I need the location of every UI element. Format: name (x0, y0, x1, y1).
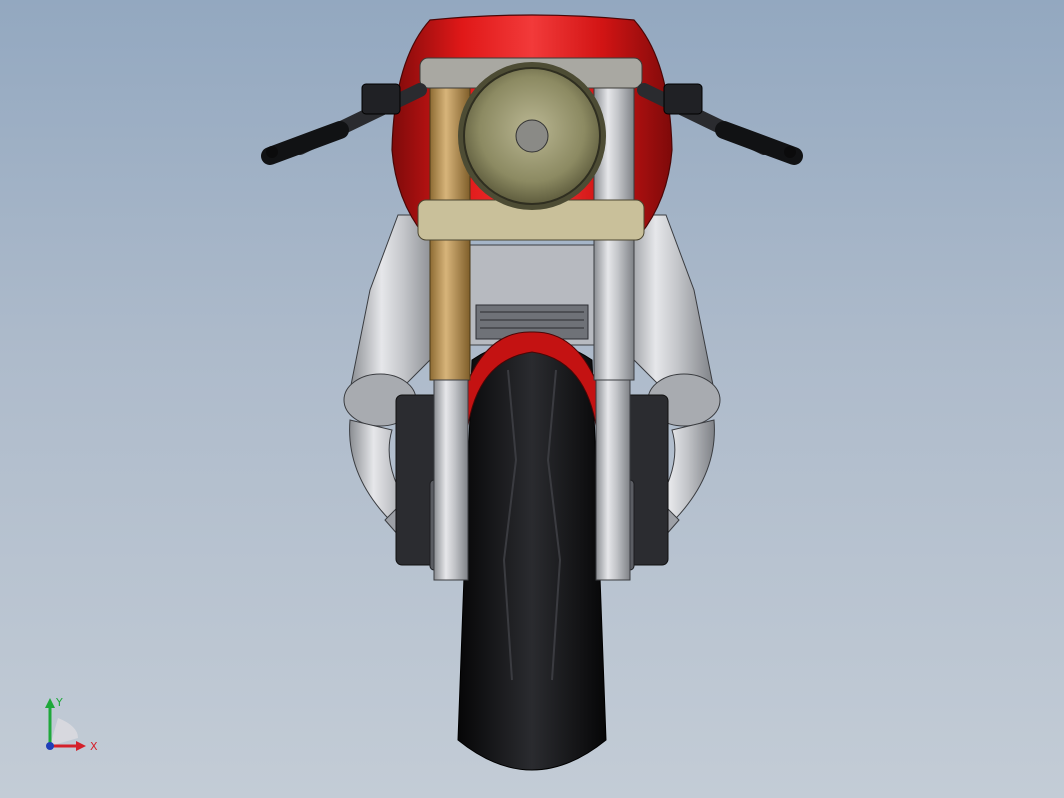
front-tire (457, 339, 607, 771)
view-triad[interactable]: X Y (38, 696, 108, 756)
motorcycle-model[interactable] (0, 0, 1064, 798)
z-axis (46, 742, 54, 750)
3d-viewport[interactable]: X Y (0, 0, 1064, 798)
y-axis-label: Y (55, 696, 63, 709)
x-axis-label: X (90, 740, 98, 753)
headlight (458, 62, 606, 210)
radiator (469, 244, 595, 346)
